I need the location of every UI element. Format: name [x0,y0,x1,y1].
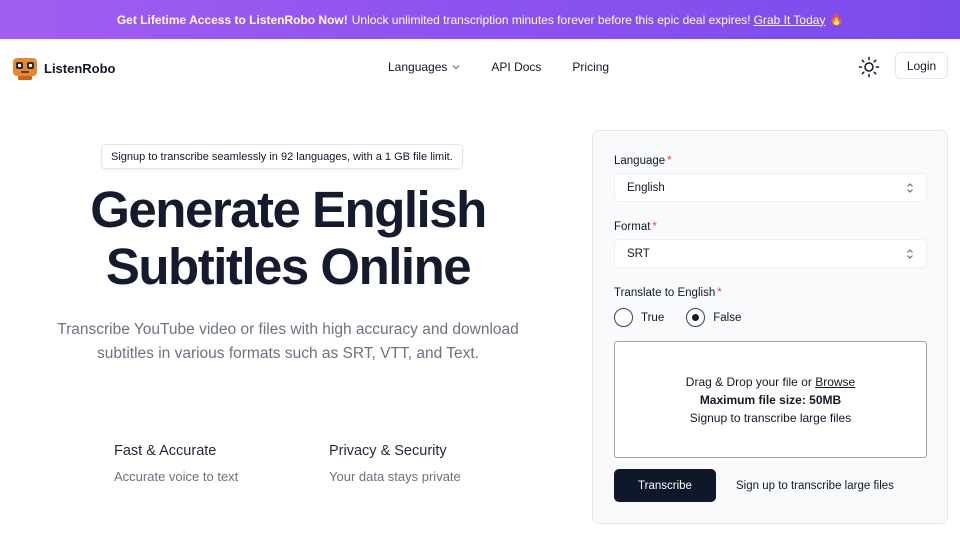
hero-subtitle: Transcribe YouTube video or files with h… [57,321,519,362]
drop-instructions: Drag & Drop your file or Browse [686,373,855,391]
nav-pricing-label: Pricing [572,60,610,74]
format-value: SRT [627,247,650,260]
chevron-up-down-icon [907,183,913,193]
page-title: Generate English Subtitles Online [40,181,536,295]
nav-pricing[interactable]: Pricing [572,60,609,74]
transcribe-button[interactable]: Transcribe [614,469,716,502]
robot-logo-icon [13,58,37,80]
feature-fast-accurate: Fast & Accurate Accurate voice to text [114,443,238,484]
radio-false-label: False [713,311,742,324]
feature-privacy-security: Privacy & Security Your data stays priva… [329,443,461,484]
signup-large-files-text: Signup to transcribe large files [689,410,852,425]
feature-desc: Your data stays private [329,469,461,484]
promo-bold-text: Get Lifetime Access to ListenRobo Now! [116,12,348,27]
language-value: English [627,181,665,194]
title-line-1: Generate English [90,181,487,238]
required-mark: * [652,221,657,233]
radio-false[interactable] [686,308,706,327]
radio-true-label: True [641,311,665,324]
feature-title: Privacy & Security [329,443,447,459]
brand-name: ListenRobo [44,60,116,76]
sun-icon[interactable] [858,56,880,78]
format-label-text: Format [614,221,651,233]
drop-text: Drag & Drop your file or [685,374,812,389]
format-label: Format * [614,221,657,233]
brand-logo[interactable]: ListenRobo [12,55,116,81]
chevron-down-icon [452,65,460,70]
chevron-up-down-icon [907,249,913,259]
translate-label-text: Translate to English [614,287,716,299]
nav-languages-label: Languages [388,60,448,74]
nav-api-docs[interactable]: API Docs [491,60,541,74]
grab-it-today-link[interactable]: Grab It Today [754,13,826,27]
login-button[interactable]: Login [895,52,948,79]
required-mark: * [717,287,722,299]
format-select[interactable]: SRT [614,239,927,268]
signup-large-files-link[interactable]: Sign up to transcribe large files [736,480,894,492]
language-select[interactable]: English [614,173,927,202]
max-file-size: Maximum file size: 50MB [699,392,842,407]
language-label-text: Language [614,155,666,167]
promo-text: Unlock unlimited transcription minutes f… [351,12,751,27]
transcribe-form-card: Language * English Format * SRT Translate … [592,130,948,524]
translate-label: Translate to English * [614,287,722,299]
translate-radio-group: True False [614,308,763,327]
file-dropzone[interactable]: Drag & Drop your file or Browse Maximum … [614,341,927,458]
site-header: ListenRobo Languages API Docs Pricing Lo… [0,39,960,97]
radio-true[interactable] [614,308,633,327]
feature-title: Fast & Accurate [114,443,217,459]
language-label: Language * [614,155,672,167]
title-line-2: Subtitles Online [105,238,472,295]
promo-banner: Get Lifetime Access to ListenRobo Now! U… [0,0,960,39]
signup-pill: Signup to transcribe seamlessly in 92 la… [101,144,463,169]
feature-desc: Accurate voice to text [114,469,239,484]
nav-api-docs-label: API Docs [491,60,542,74]
required-mark: * [667,155,672,167]
browse-link[interactable]: Browse [815,375,855,389]
fire-icon: 🔥 [829,14,844,26]
nav-languages[interactable]: Languages [388,60,460,74]
main-nav: Languages API Docs Pricing [388,60,640,74]
